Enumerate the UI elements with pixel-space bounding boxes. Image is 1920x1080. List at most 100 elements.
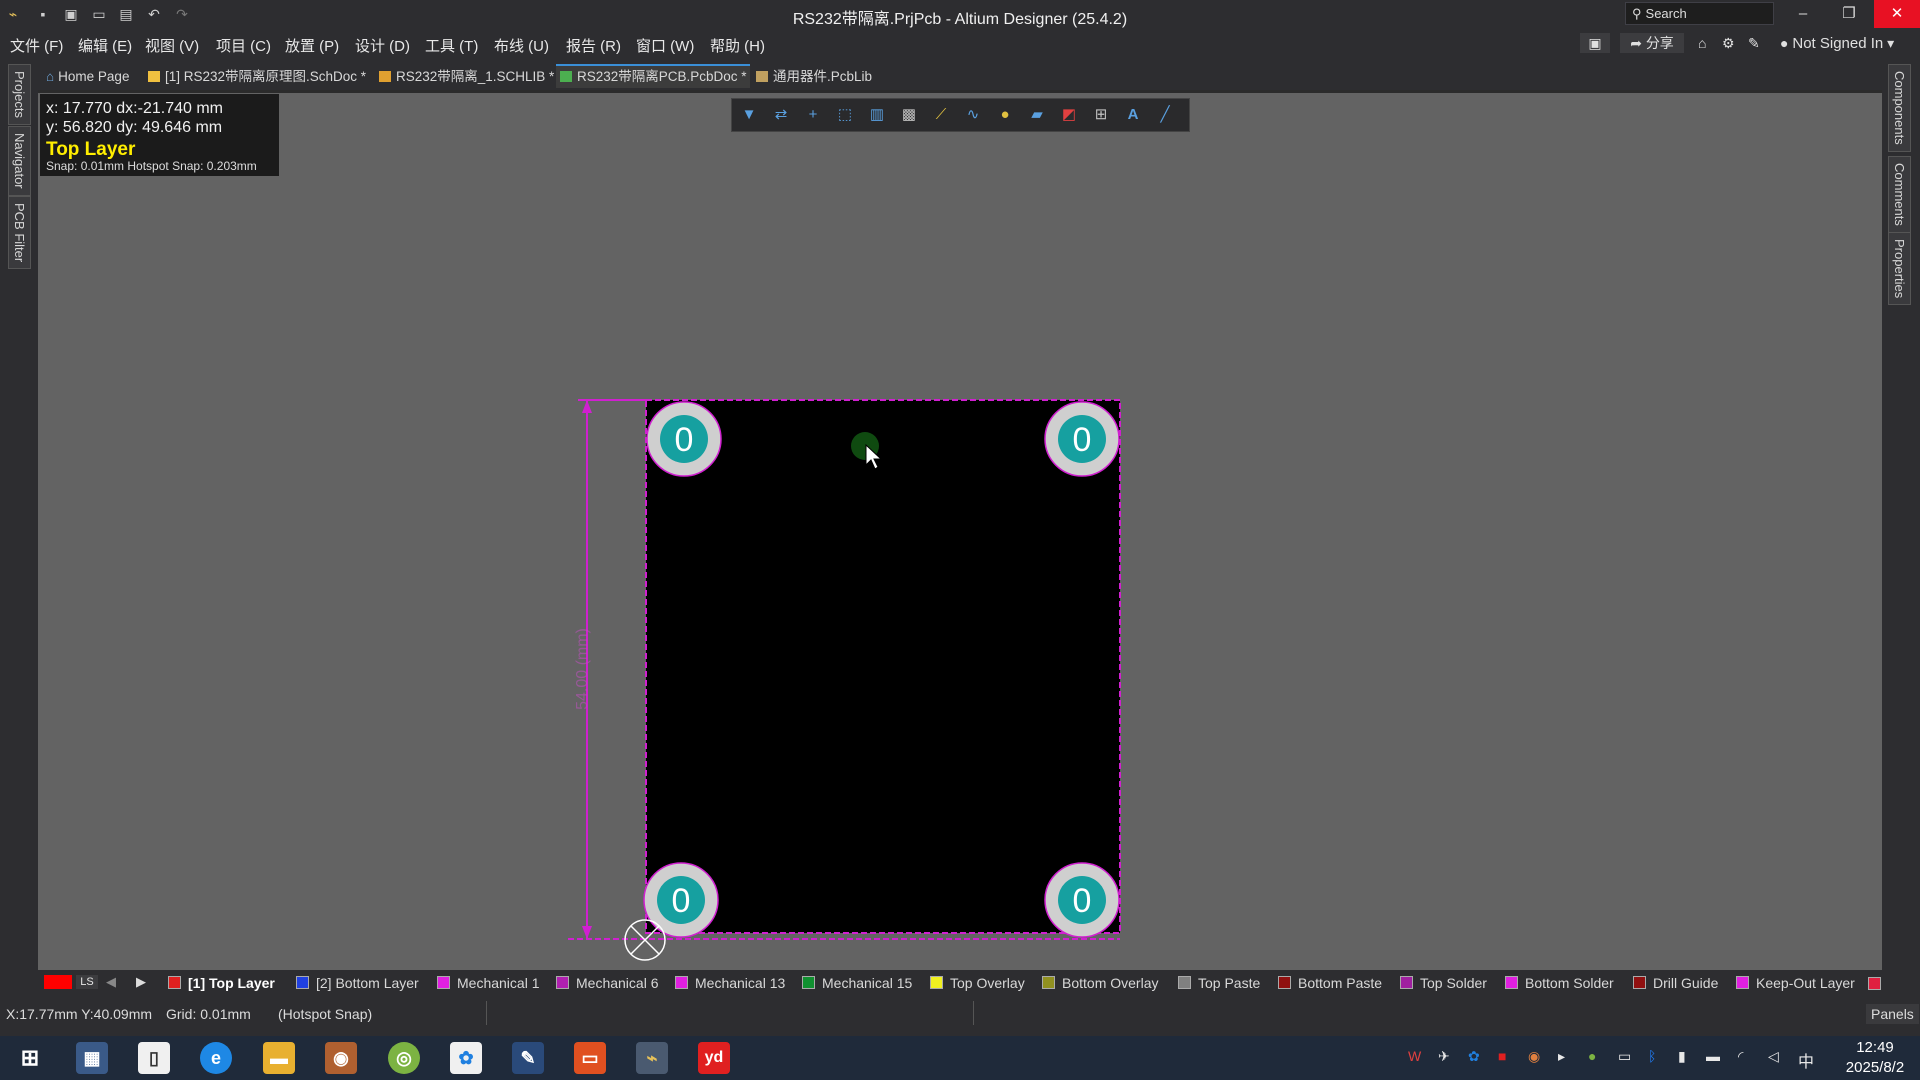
panel-tab-comments[interactable]: Comments	[1888, 156, 1911, 233]
panel-tab-navigator[interactable]: Navigator	[8, 126, 31, 196]
menu-tools[interactable]: 工具 (T)	[425, 35, 478, 56]
microphone-icon[interactable]: ▮	[1678, 1048, 1686, 1065]
file-explorer-icon[interactable]: ▬	[263, 1042, 295, 1074]
battery-icon[interactable]: ▬	[1706, 1048, 1720, 1064]
menu-project[interactable]: 项目 (C)	[216, 35, 271, 56]
layer-scroll-left-icon[interactable]: ◀	[106, 974, 116, 990]
bluetooth-icon[interactable]: ᛒ	[1648, 1048, 1656, 1064]
menu-route[interactable]: 布线 (U)	[494, 35, 549, 56]
text-icon[interactable]: A	[1122, 104, 1144, 126]
open-project-icon[interactable]: ▤	[117, 5, 135, 23]
align-icon[interactable]: ▥	[866, 104, 888, 126]
panel-tab-projects[interactable]: Projects	[8, 64, 31, 125]
tab-home-page[interactable]: ⌂ Home Page	[44, 66, 146, 88]
system-clock[interactable]: 12:49 2025/8/2	[1835, 1038, 1915, 1078]
layer-tab-top-solder[interactable]: Top Solder	[1400, 974, 1487, 992]
panel-tab-components[interactable]: Components	[1888, 64, 1911, 152]
layer-tab-drill-guide[interactable]: Drill Guide	[1633, 974, 1718, 992]
layer-tab-mechanical-6[interactable]: Mechanical 6	[556, 974, 659, 992]
layer-tab-bottom[interactable]: [2] Bottom Layer	[296, 974, 419, 992]
green-app-icon[interactable]: ◎	[388, 1042, 420, 1074]
component-icon[interactable]: ▩	[898, 104, 920, 126]
pcb-canvas[interactable]: 54.00 (mm) 0 0 0 0	[38, 93, 1882, 970]
menu-help[interactable]: 帮助 (H)	[710, 35, 765, 56]
restore-button[interactable]: ❐	[1826, 0, 1872, 28]
pad-bottom-right[interactable]: 0	[1044, 862, 1120, 938]
filter-icon[interactable]: ▼	[738, 104, 760, 126]
pad-top-left[interactable]: 0	[646, 401, 722, 477]
layer-tab-mechanical-13[interactable]: Mechanical 13	[675, 974, 785, 992]
save-icon[interactable]: ▪	[34, 5, 52, 23]
gear-icon[interactable]: ⚙	[1722, 33, 1735, 53]
pad-bottom-left[interactable]: 0	[643, 862, 719, 938]
tab-pcblib[interactable]: 通用器件.PcbLib	[754, 66, 886, 88]
polygon-icon[interactable]: ▰	[1026, 104, 1048, 126]
layer-tab-bottom-paste[interactable]: Bottom Paste	[1278, 974, 1382, 992]
tray-wps-icon[interactable]: W	[1408, 1048, 1421, 1064]
cloud-drive-icon[interactable]: ✿	[450, 1042, 482, 1074]
home-icon[interactable]: ⌂	[1698, 33, 1706, 53]
calculator-icon[interactable]: ▦	[76, 1042, 108, 1074]
feedback-icon[interactable]: ▣	[1580, 33, 1610, 53]
layer-tab-bottom-solder[interactable]: Bottom Solder	[1505, 974, 1614, 992]
menu-reports[interactable]: 报告 (R)	[566, 35, 621, 56]
tray-youdao-icon[interactable]: ■	[1498, 1048, 1506, 1064]
ime-indicator[interactable]: 中	[1798, 1048, 1814, 1072]
tray-display-icon[interactable]: ▭	[1618, 1048, 1631, 1065]
tray-green-icon[interactable]: ●	[1588, 1048, 1596, 1064]
layer-scroll-right-icon[interactable]: ▶	[136, 974, 146, 990]
browser-icon[interactable]: e	[200, 1042, 232, 1074]
save-all-icon[interactable]: ▣	[62, 5, 80, 23]
layer-tab-mechanical-1[interactable]: Mechanical 1	[437, 974, 540, 992]
menu-edit[interactable]: 编辑 (E)	[78, 35, 132, 56]
pad-top-right[interactable]: 0	[1044, 401, 1120, 477]
layer-tab-top[interactable]: [1] Top Layer	[168, 974, 275, 992]
presentation-app-icon[interactable]: ▭	[574, 1042, 606, 1074]
tray-camera-icon[interactable]: ▸	[1558, 1048, 1565, 1065]
layer-tab-mechanical-15[interactable]: Mechanical 15	[802, 974, 912, 992]
open-icon[interactable]: ▭	[90, 5, 108, 23]
menu-window[interactable]: 窗口 (W)	[636, 35, 694, 56]
layer-set-button[interactable]: LS	[76, 975, 98, 989]
interactive-route-icon[interactable]: ⟋	[930, 104, 952, 126]
altium-taskbar-icon[interactable]: ⌁	[636, 1042, 668, 1074]
route-icon[interactable]: ⇄	[770, 104, 792, 126]
layer-overflow-swatch[interactable]	[1868, 977, 1881, 990]
tab-pcbdoc[interactable]: RS232带隔离PCB.PcbDoc *	[556, 64, 750, 88]
menu-place[interactable]: 放置 (P)	[285, 35, 339, 56]
tray-cloud-icon[interactable]: ✿	[1468, 1048, 1480, 1065]
current-layer-swatch[interactable]	[44, 975, 72, 989]
via-icon[interactable]: ●	[994, 104, 1016, 126]
panel-tab-pcb-filter[interactable]: PCB Filter	[8, 196, 31, 270]
volume-icon[interactable]: ◁	[1768, 1048, 1779, 1065]
menu-design[interactable]: 设计 (D)	[355, 35, 410, 56]
layer-tab-top-overlay[interactable]: Top Overlay	[930, 974, 1025, 992]
terminal-app-icon[interactable]: ✎	[512, 1042, 544, 1074]
layer-tab-top-paste[interactable]: Top Paste	[1178, 974, 1260, 992]
tray-tool-icon[interactable]: ✈	[1438, 1048, 1450, 1065]
diff-pair-icon[interactable]: ∿	[962, 104, 984, 126]
tab-schdoc[interactable]: [1] RS232带隔离原理图.SchDoc *	[146, 66, 370, 88]
notepad-icon[interactable]: ▯	[138, 1042, 170, 1074]
crosshair-icon[interactable]: +	[802, 104, 824, 126]
panels-button[interactable]: Panels	[1866, 1004, 1919, 1024]
panel-tab-properties[interactable]: Properties	[1888, 232, 1911, 306]
tab-schlib[interactable]: RS232带隔离_1.SCHLIB *	[377, 66, 555, 88]
undo-icon[interactable]: ↶	[145, 5, 163, 23]
account-button[interactable]: ● Not Signed In ▾	[1780, 33, 1894, 53]
select-rectangle-icon[interactable]: ⬚	[834, 104, 856, 126]
notifications-icon[interactable]: ✎	[1748, 33, 1760, 53]
close-button[interactable]: ✕	[1874, 0, 1920, 28]
windows-start-icon[interactable]: ⊞	[14, 1042, 46, 1074]
line-icon[interactable]: ╱	[1154, 104, 1176, 126]
youdao-icon[interactable]: yd	[698, 1042, 730, 1074]
tray-bear-icon[interactable]: ◉	[1528, 1048, 1540, 1065]
keepout-icon[interactable]: ◩	[1058, 104, 1080, 126]
layer-tab-bottom-overlay[interactable]: Bottom Overlay	[1042, 974, 1158, 992]
menu-file[interactable]: 文件 (F)	[10, 35, 63, 56]
search-input[interactable]: ⚲ Search	[1625, 2, 1774, 25]
menu-view[interactable]: 视图 (V)	[145, 35, 199, 56]
redo-icon[interactable]: ↷	[173, 5, 191, 23]
wifi-icon[interactable]: ◜	[1738, 1048, 1743, 1065]
share-button[interactable]: ➦ 分享	[1620, 33, 1684, 53]
